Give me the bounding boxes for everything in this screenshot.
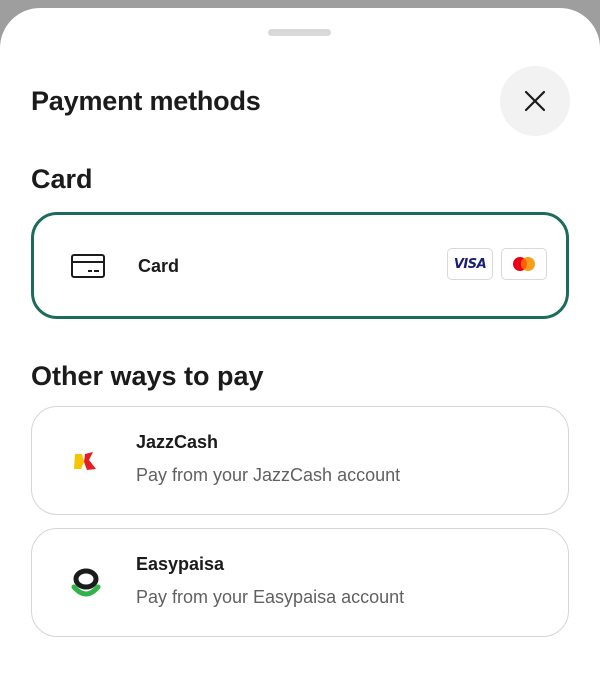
payment-option-card[interactable]: Card VISA	[31, 212, 569, 319]
credit-card-icon	[68, 246, 108, 286]
payment-option-easypaisa[interactable]: Easypaisa Pay from your Easypaisa accoun…	[31, 528, 569, 637]
payment-option-jazzcash-label: JazzCash	[136, 432, 219, 452]
sheet-title: Payment methods	[31, 86, 261, 116]
easypaisa-logo-icon	[66, 563, 106, 603]
payment-option-easypaisa-label: Easypaisa	[136, 554, 225, 574]
section-title-card: Card	[31, 164, 93, 194]
payment-option-easypaisa-description: Pay from your Easypaisa account	[136, 587, 405, 607]
mastercard-logo-icon	[501, 248, 547, 280]
section-title-other: Other ways to pay	[31, 361, 264, 391]
jazzcash-logo-icon	[66, 441, 106, 481]
payment-methods-sheet: Payment methods Card Card VISA Other way…	[0, 8, 600, 692]
close-icon	[524, 90, 546, 112]
payment-option-jazzcash[interactable]: JazzCash Pay from your JazzCash account	[31, 406, 569, 515]
payment-option-jazzcash-description: Pay from your JazzCash account	[136, 465, 401, 485]
visa-logo-text: VISA	[453, 256, 487, 272]
drag-handle[interactable]	[268, 29, 331, 36]
close-button[interactable]	[500, 66, 570, 136]
visa-logo-icon: VISA	[447, 248, 493, 280]
payment-option-card-label: Card	[138, 256, 180, 276]
